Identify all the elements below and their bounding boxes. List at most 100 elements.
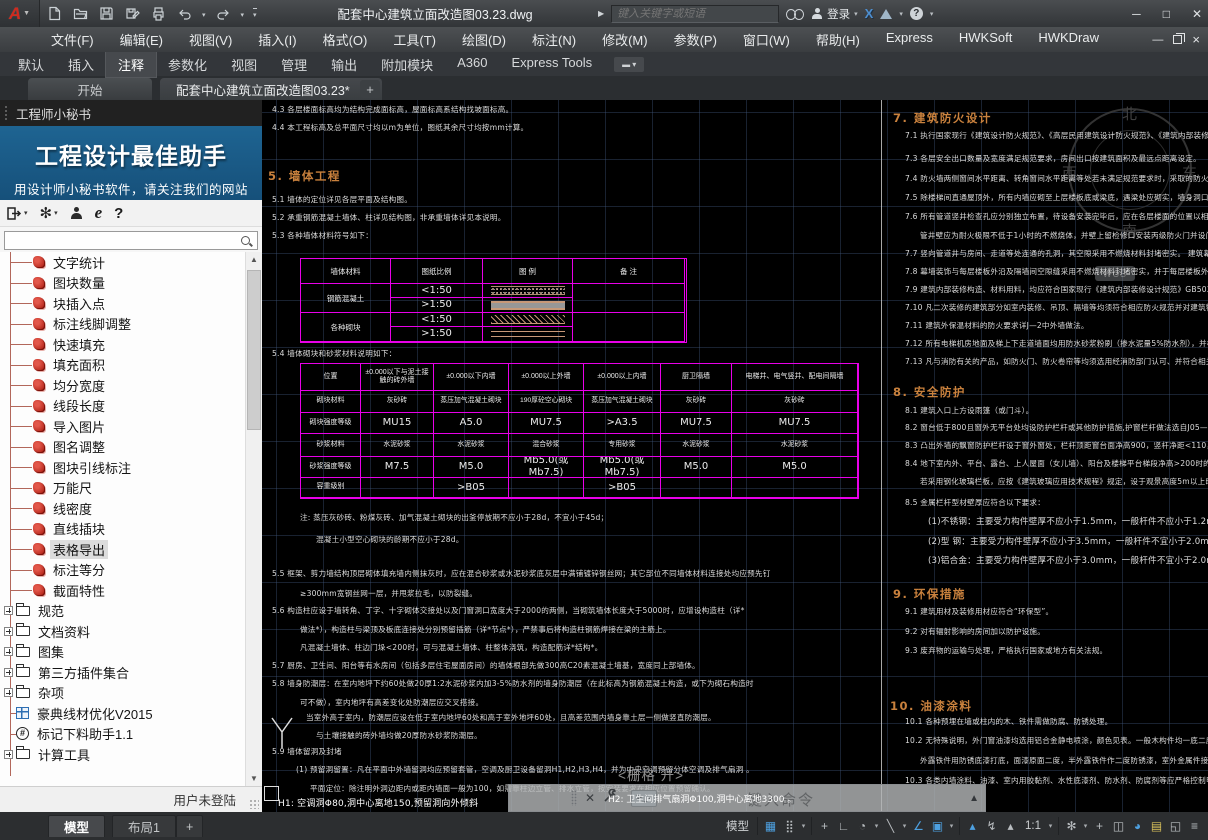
autocad-logo-button[interactable]: A ▼ — [0, 0, 40, 27]
model-space-button[interactable]: 模型 — [721, 815, 754, 837]
tree-item[interactable]: # 标记下料助手1.1 — [0, 724, 262, 745]
tree-item[interactable]: # 块插入点 — [0, 293, 262, 314]
internet-explorer-icon[interactable]: e — [95, 203, 103, 223]
menu-item[interactable]: 窗口(W) — [730, 27, 803, 52]
doc-close-button[interactable]: × — [1192, 32, 1200, 47]
doc-restore-button[interactable] — [1173, 35, 1182, 44]
command-history-icon[interactable]: ▲ — [969, 793, 979, 804]
annotation-scale-icon[interactable]: ▴ — [1001, 815, 1020, 837]
menu-item[interactable]: HWKSoft — [946, 27, 1025, 52]
isodraft-caret-icon[interactable]: ▾ — [900, 815, 909, 837]
menu-item[interactable]: Express — [873, 27, 946, 52]
grid-icon[interactable]: ▦ — [761, 815, 780, 837]
hardware-accel-icon[interactable]: ◕ — [1128, 815, 1147, 837]
maximize-button[interactable]: □ — [1163, 7, 1170, 21]
autodesk-exchange-icon[interactable]: X — [865, 6, 874, 21]
tree-item[interactable]: # 图块数量 — [0, 273, 262, 294]
ribbon-tab[interactable]: A360 — [445, 52, 499, 77]
help-icon[interactable]: ? — [910, 7, 923, 20]
object-snap-tracking-icon[interactable]: ∠ — [909, 815, 928, 837]
annotation-scale-value[interactable]: 1:1 — [1020, 815, 1046, 837]
open-file-icon[interactable] — [72, 5, 89, 22]
tree-item[interactable]: # 图块引线标注 — [0, 457, 262, 478]
scroll-down-icon[interactable]: ▼ — [246, 771, 262, 786]
sign-in-button[interactable]: 登录 ▾ — [811, 6, 858, 22]
tree-item[interactable]: # 快速填充 — [0, 334, 262, 355]
undo-icon[interactable] — [176, 5, 193, 22]
clean-screen-icon[interactable]: ▤ — [1147, 815, 1166, 837]
annotation-visibility-icon[interactable]: ▴ — [963, 815, 982, 837]
new-file-icon[interactable] — [46, 5, 63, 22]
scroll-up-icon[interactable]: ▲ — [246, 252, 262, 267]
file-tab-document[interactable]: 配套中心建筑立面改造图03.23* × — [160, 78, 382, 100]
menu-item[interactable]: 绘图(D) — [449, 27, 519, 52]
tree-item[interactable]: # 规范 — [0, 601, 262, 622]
snap-icon[interactable]: ⣿ — [780, 815, 799, 837]
menu-item[interactable]: 文件(F) — [38, 27, 107, 52]
gear-icon[interactable]: ✻▾ — [40, 204, 58, 222]
tree-item[interactable]: # 填充面积 — [0, 355, 262, 376]
help-caret-icon[interactable]: ▾ — [930, 10, 934, 18]
snap-caret-icon[interactable]: ▾ — [799, 815, 808, 837]
palette-grip-icon[interactable] — [4, 105, 8, 121]
dynamic-input-icon[interactable]: + — [815, 815, 834, 837]
object-snap-icon[interactable]: ▣ — [928, 815, 947, 837]
menu-item[interactable]: 标注(N) — [519, 27, 589, 52]
isodraft-icon[interactable]: ╲ — [881, 815, 900, 837]
ortho-icon[interactable]: ∟ — [834, 815, 853, 837]
menu-item[interactable]: 修改(M) — [589, 27, 661, 52]
annotation-autoscale-icon[interactable]: ↯ — [982, 815, 1001, 837]
tree-item[interactable]: # 文字统计 — [0, 252, 262, 273]
customize-qat-icon[interactable]: ▾ — [253, 8, 257, 19]
menu-item[interactable]: 参数(P) — [661, 27, 730, 52]
file-tab-start[interactable]: 开始 — [28, 78, 152, 100]
login-icon[interactable]: ▾ — [6, 206, 28, 221]
dock-grip-icon[interactable] — [571, 790, 577, 806]
polar-tracking-icon[interactable]: ◔ — [853, 815, 872, 837]
ribbon-tab[interactable]: Express Tools — [500, 52, 605, 77]
ribbon-tab[interactable]: 注释 — [106, 52, 156, 77]
ribbon-tab[interactable]: 输出 — [319, 52, 369, 77]
tree-item[interactable]: # 表格导出 — [0, 539, 262, 560]
palette-search-box[interactable] — [4, 231, 258, 250]
expand-icon[interactable] — [4, 750, 13, 759]
dock-close-icon[interactable]: ✕ — [585, 791, 595, 805]
menu-item[interactable]: 格式(O) — [310, 27, 381, 52]
ribbon-minimize-button[interactable]: ▬ ▾ — [614, 57, 644, 72]
account-user-icon[interactable] — [70, 207, 83, 220]
separator[interactable] — [811, 817, 812, 835]
tree-item[interactable]: # 图集 — [0, 642, 262, 663]
tree-item[interactable]: # 导入图片 — [0, 416, 262, 437]
tree-item[interactable]: # 标注线脚调整 — [0, 314, 262, 335]
expand-icon[interactable] — [4, 668, 13, 677]
separator[interactable] — [959, 817, 960, 835]
osnap-caret-icon[interactable]: ▾ — [947, 815, 956, 837]
a360-caret-icon[interactable]: ▾ — [899, 10, 903, 18]
tree-item[interactable]: # 文档资料 — [0, 621, 262, 642]
expand-icon[interactable] — [4, 606, 13, 615]
separator[interactable] — [757, 817, 758, 835]
expand-icon[interactable] — [4, 627, 13, 636]
expand-icon[interactable] — [4, 688, 13, 697]
menu-item[interactable]: 编辑(E) — [107, 27, 176, 52]
menu-item[interactable]: 帮助(H) — [803, 27, 873, 52]
ribbon-tab[interactable]: 默认 — [6, 52, 56, 77]
undo-caret-icon[interactable]: ▾ — [202, 9, 206, 19]
scale-caret-icon[interactable]: ▾ — [1046, 815, 1055, 837]
isolate-objects-icon[interactable]: ◫ — [1109, 815, 1128, 837]
doc-minimize-button[interactable]: — — [1152, 34, 1163, 46]
tree-item[interactable]: # 第三方插件集合 — [0, 662, 262, 683]
tree-scrollbar[interactable]: ▲ ▼ — [245, 252, 262, 786]
save-icon[interactable] — [98, 5, 115, 22]
search-binoculars-icon[interactable] — [786, 8, 804, 20]
separator[interactable] — [1058, 817, 1059, 835]
tree-item[interactable]: # 截面特性 — [0, 580, 262, 601]
tree-item[interactable]: # 线密度 — [0, 498, 262, 519]
layout1-tab[interactable]: 布局1 — [112, 815, 176, 837]
tree-item[interactable]: # 直线插块 — [0, 519, 262, 540]
workspace-gear-icon[interactable]: ✻ — [1062, 815, 1081, 837]
tree-item[interactable]: # 标注等分 — [0, 560, 262, 581]
menu-icon[interactable]: ≡ — [1185, 815, 1204, 837]
polar-caret-icon[interactable]: ▾ — [872, 815, 881, 837]
scrollbar-thumb[interactable] — [247, 270, 261, 430]
